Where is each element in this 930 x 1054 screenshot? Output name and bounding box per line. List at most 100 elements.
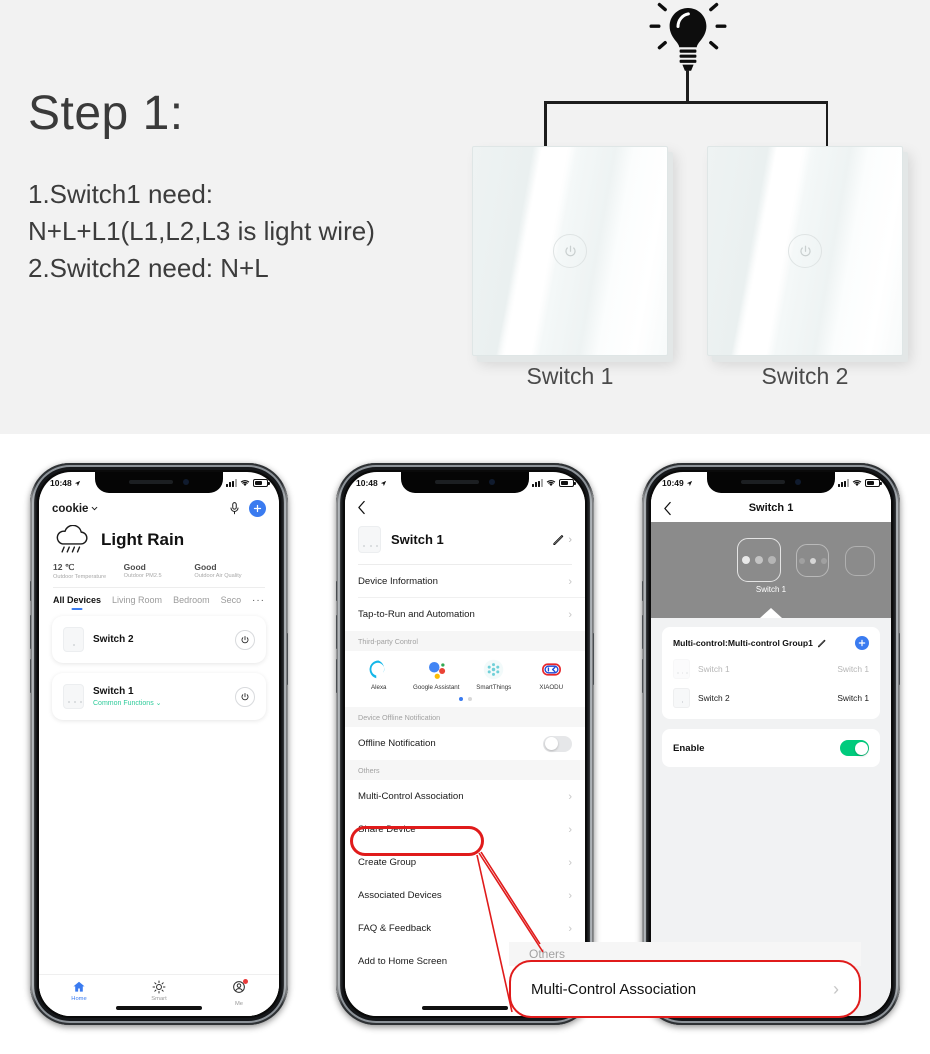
- row-create-group[interactable]: Create Group ›: [345, 846, 585, 880]
- location-arrow-icon: [74, 480, 80, 486]
- enable-toggle[interactable]: [840, 740, 869, 756]
- tabs-more-button[interactable]: ···: [252, 595, 265, 606]
- status-time: 10:49: [662, 478, 684, 488]
- mute-switch[interactable]: [30, 581, 31, 601]
- home-indicator[interactable]: [116, 1006, 202, 1010]
- enable-label: Enable: [673, 742, 705, 754]
- chevron-right-icon: ›: [568, 533, 572, 546]
- row-share-device[interactable]: Share Device ›: [345, 813, 585, 847]
- volume-up-button[interactable]: [30, 615, 31, 649]
- alexa-icon: [369, 660, 385, 679]
- third-party-label: XIAODU: [539, 684, 564, 691]
- switch-1-label: Switch 1: [526, 363, 614, 389]
- device-card-switch-1[interactable]: Switch 1 Common Functions ⌄: [52, 673, 266, 720]
- device-tile[interactable]: [796, 544, 829, 577]
- power-button[interactable]: [287, 633, 288, 685]
- step-1-section: Step 1: 1.Switch1 need: N+L+L1(L1,L2,L3 …: [0, 0, 930, 434]
- microphone-icon[interactable]: [229, 502, 240, 515]
- volume-up-button[interactable]: [336, 615, 337, 649]
- tab-all-devices[interactable]: All Devices: [53, 595, 101, 605]
- pencil-icon[interactable]: [552, 534, 564, 546]
- home-selector[interactable]: cookie: [52, 503, 98, 515]
- power-button[interactable]: [899, 633, 900, 685]
- chevron-left-icon[interactable]: [357, 500, 366, 515]
- volume-up-button[interactable]: [642, 615, 643, 649]
- xiaodu-icon: [541, 663, 561, 676]
- row-multi-control-association[interactable]: Multi-Control Association ›: [345, 780, 585, 814]
- switch-panel-icon: [63, 684, 84, 709]
- volume-down-button[interactable]: [642, 659, 643, 693]
- tab-second[interactable]: Second: [221, 595, 241, 605]
- weather-summary[interactable]: Light Rain: [39, 519, 279, 555]
- row-device-information[interactable]: Device Information ›: [345, 565, 585, 598]
- switch-panel-icon: [358, 526, 381, 553]
- phone2-screen: 10:48 Switch 1 › Device Information › Ta…: [345, 472, 585, 1016]
- chevron-left-icon[interactable]: [663, 501, 672, 516]
- sun-icon: [152, 980, 166, 994]
- volume-down-button[interactable]: [336, 659, 337, 693]
- pager-dot[interactable]: [467, 697, 472, 702]
- mute-switch[interactable]: [336, 581, 337, 601]
- third-party-smartthings[interactable]: SmartThings: [465, 659, 523, 691]
- group-member-row[interactable]: Switch 2 Switch 1: [673, 688, 869, 708]
- device-tile-active[interactable]: [737, 538, 781, 582]
- light-bulb-icon: [648, 2, 728, 78]
- third-party-google-assistant[interactable]: Google Assistant: [408, 659, 466, 691]
- mute-switch[interactable]: [642, 581, 643, 601]
- device-card-switch-2[interactable]: Switch 2: [52, 616, 266, 663]
- stat-value: Good: [123, 562, 146, 572]
- room-tabs: All Devices Living Room Bedroom Second ·…: [39, 588, 279, 606]
- device-tile[interactable]: [845, 546, 875, 576]
- device-header[interactable]: Switch 1 ›: [345, 520, 585, 564]
- tab-home[interactable]: Home: [39, 980, 119, 1002]
- row-label: Associated Devices: [358, 890, 442, 902]
- tab-smart[interactable]: Smart: [119, 980, 199, 1002]
- add-member-button[interactable]: [855, 636, 869, 650]
- callout-multi-control-row[interactable]: Multi-Control Association ›: [509, 960, 861, 1018]
- row-faq-and-feedback[interactable]: FAQ & Feedback ›: [345, 912, 585, 946]
- power-icon[interactable]: [235, 629, 255, 650]
- pencil-icon[interactable]: [817, 639, 826, 648]
- volume-down-button[interactable]: [30, 659, 31, 693]
- chevron-right-icon: ›: [568, 608, 572, 621]
- row-label: Create Group: [358, 857, 417, 869]
- tab-living-room[interactable]: Living Room: [112, 595, 162, 605]
- notch: [95, 472, 223, 493]
- phone2-content: Switch 1 › Device Information › Tap-to-R…: [345, 494, 585, 1016]
- power-button[interactable]: [593, 633, 594, 685]
- tab-label: Home: [71, 996, 87, 1002]
- home-name-label: cookie: [52, 502, 89, 515]
- device-tile-label: Switch 1: [755, 585, 787, 594]
- row-associated-devices[interactable]: Associated Devices ›: [345, 879, 585, 913]
- offline-notification-toggle[interactable]: [543, 735, 572, 752]
- location-arrow-icon: [380, 480, 386, 486]
- row-offline-notification[interactable]: Offline Notification: [345, 727, 585, 761]
- chevron-right-icon: ›: [568, 922, 572, 935]
- home-indicator[interactable]: [422, 1006, 508, 1010]
- device-subtitle[interactable]: Common Functions ⌄: [93, 699, 162, 707]
- weather-stats: 12 ℃ Outdoor Temperature Good Outdoor PM…: [39, 555, 279, 580]
- app-top-bar: cookie: [39, 494, 279, 519]
- group-member-row[interactable]: Switch 1 Switch 1: [673, 659, 869, 679]
- wire-vertical-main: [686, 70, 689, 103]
- google-assistant-icon: [428, 662, 445, 679]
- add-device-button[interactable]: [249, 500, 266, 517]
- requirement-line: 2.Switch2 need: N+L: [28, 253, 269, 284]
- power-icon[interactable]: [235, 686, 255, 707]
- tab-bedroom[interactable]: Bedroom: [173, 595, 210, 605]
- cellular-icon: [838, 479, 849, 487]
- pager-dot-active[interactable]: [458, 697, 463, 702]
- page-title: Switch 1: [748, 502, 794, 514]
- battery-icon: [253, 479, 270, 487]
- cellular-icon: [532, 479, 543, 487]
- tab-me[interactable]: Me: [199, 979, 279, 1007]
- third-party-label: Alexa: [371, 684, 387, 691]
- row-tap-to-run-and-automation[interactable]: Tap-to-Run and Automation ›: [345, 598, 585, 631]
- smartthings-icon: [484, 659, 504, 680]
- third-party-xiaodu[interactable]: XIAODU: [523, 659, 581, 691]
- battery-icon: [559, 479, 576, 487]
- third-party-alexa[interactable]: Alexa: [350, 659, 408, 691]
- power-touch-icon: [553, 234, 587, 268]
- row-label: Offline Notification: [358, 738, 436, 750]
- enable-row[interactable]: Enable: [662, 729, 880, 767]
